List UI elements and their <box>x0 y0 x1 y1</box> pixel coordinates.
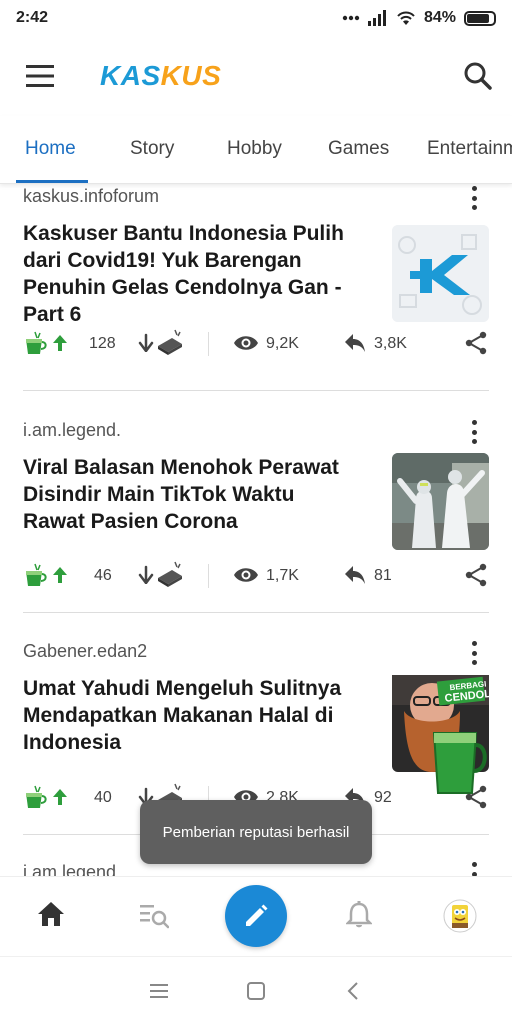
thread-thumbnail[interactable] <box>392 453 489 550</box>
reply-arrow-icon[interactable] <box>344 565 366 585</box>
upvote-arrow-icon[interactable] <box>52 334 68 352</box>
thread-title[interactable]: Viral Balasan Menohok Perawat Disindir M… <box>23 454 363 535</box>
thread-title-line: Rawat Pasien Corona <box>23 510 238 533</box>
thread-title-line: Mendapatkan Makanan Halal di <box>23 704 334 727</box>
thread-title[interactable]: Kaskuser Bantu Indonesia Pulih dari Covi… <box>23 220 363 328</box>
tab-active-indicator <box>16 180 88 183</box>
battery-percent: 84% <box>423 9 456 26</box>
back-icon[interactable] <box>346 981 360 1001</box>
recent-apps-icon[interactable] <box>150 982 170 1000</box>
upvote-arrow-icon[interactable] <box>52 788 68 806</box>
signal-icon <box>367 10 386 26</box>
share-icon[interactable] <box>464 563 488 587</box>
thread-title-line: Disindir Main TikTok Waktu <box>23 483 295 506</box>
more-notifications-icon <box>342 15 360 21</box>
system-navigation-bar <box>0 956 512 1024</box>
cendol-cup-icon[interactable] <box>23 330 49 356</box>
bata-brick-icon[interactable] <box>155 328 185 356</box>
cendol-cup-icon[interactable] <box>23 562 49 588</box>
downvote-arrow-icon[interactable] <box>138 564 154 584</box>
status-icons: 84% <box>342 9 496 27</box>
thread-title-line: Indonesia <box>23 731 122 754</box>
tab-home[interactable]: Home <box>25 138 76 160</box>
upvote-arrow-icon[interactable] <box>52 566 68 584</box>
reputation-count: 128 <box>89 335 116 352</box>
more-options-icon[interactable] <box>470 641 478 665</box>
home-icon[interactable] <box>37 901 65 927</box>
thread-divider <box>23 612 489 613</box>
toast-message: Pemberian reputasi berhasil <box>140 800 372 864</box>
reputation-count: 40 <box>94 789 112 806</box>
thread-title-line: Viral Balasan Menohok Perawat <box>23 456 339 479</box>
tab-hobby[interactable]: Hobby <box>227 138 282 160</box>
thread-feed[interactable]: kaskus.infoforum Kaskuser Bantu Indonesi… <box>0 184 512 876</box>
home-system-icon[interactable] <box>246 981 266 1001</box>
battery-icon <box>464 10 496 26</box>
bottom-navigation <box>0 876 512 956</box>
tab-games[interactable]: Games <box>328 138 389 160</box>
views-count: 1,7K <box>266 567 299 584</box>
thread-actions: 128 9,2K 3,8K <box>0 324 512 364</box>
kaskus-logo[interactable]: KAS KUS <box>100 58 221 94</box>
avatar[interactable] <box>443 899 477 933</box>
thread-author[interactable]: Gabener.edan2 <box>23 641 147 662</box>
more-options-icon[interactable] <box>470 420 478 444</box>
thread-author[interactable]: i.am.legend. <box>23 420 121 441</box>
thread-title-line: Kaskuser Bantu Indonesia Pulih <box>23 222 344 245</box>
thread-title-line: Penuhin Gelas Cendolnya Gan - <box>23 276 342 299</box>
kaskus-k-logo-icon <box>392 225 489 322</box>
search-threads-icon[interactable] <box>139 901 169 929</box>
replies-count: 92 <box>374 789 392 806</box>
thread-thumbnail[interactable] <box>392 225 489 322</box>
notification-bell-icon[interactable] <box>346 901 372 929</box>
share-icon[interactable] <box>464 331 488 355</box>
thread-author[interactable]: kaskus.infoforum <box>23 186 159 207</box>
cendol-cup-icon[interactable] <box>23 784 49 810</box>
create-thread-button[interactable] <box>225 885 287 947</box>
category-tabs: Home Story Hobby Games Entertainment <box>0 116 512 184</box>
thread-actions: 46 1,7K 81 <box>0 556 512 596</box>
tab-story[interactable]: Story <box>130 138 174 160</box>
menu-icon[interactable] <box>26 65 54 87</box>
logo-text-right: KUS <box>160 60 222 91</box>
status-bar: 2:42 84% <box>0 0 512 36</box>
views-count: 9,2K <box>266 335 299 352</box>
replies-count: 81 <box>374 567 392 584</box>
thread-title-line: dari Covid19! Yuk Barengan <box>23 249 302 272</box>
pencil-icon <box>246 904 268 926</box>
thread-author[interactable]: i.am.legend. <box>23 862 121 876</box>
reply-arrow-icon[interactable] <box>344 333 366 353</box>
views-eye-icon <box>234 568 258 582</box>
thread-thumbnail[interactable]: BERBAGI CENDOL <box>392 675 489 794</box>
thread-title[interactable]: Umat Yahudi Mengeluh Sulitnya Mendapatka… <box>23 675 363 756</box>
more-options-icon[interactable] <box>470 862 478 876</box>
views-eye-icon <box>234 336 258 350</box>
app-bar: KAS KUS <box>0 36 512 116</box>
search-icon[interactable] <box>462 60 494 92</box>
downvote-arrow-icon[interactable] <box>138 332 154 352</box>
replies-count: 3,8K <box>374 335 407 352</box>
bata-brick-icon[interactable] <box>155 560 185 588</box>
reputation-count: 46 <box>94 567 112 584</box>
nurses-photo-image <box>392 453 489 550</box>
bearded-man-photo-image: BERBAGI CENDOL <box>392 675 489 794</box>
more-options-icon[interactable] <box>470 186 478 210</box>
logo-text-left: KAS <box>100 60 161 91</box>
thread-divider <box>23 390 489 391</box>
status-time: 2:42 <box>16 9 49 26</box>
thread-title-line: Umat Yahudi Mengeluh Sulitnya <box>23 677 342 700</box>
share-icon[interactable] <box>464 785 488 809</box>
tab-entertainment[interactable]: Entertainment <box>427 138 512 160</box>
wifi-icon <box>397 11 415 25</box>
